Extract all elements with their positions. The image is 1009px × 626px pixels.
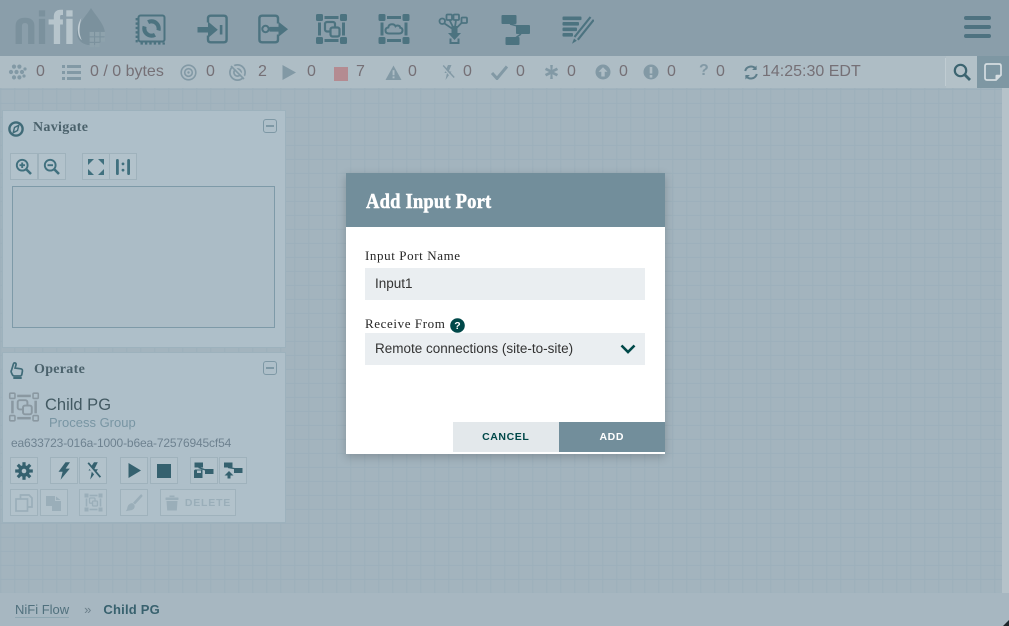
svg-text:?: ? (454, 320, 460, 332)
